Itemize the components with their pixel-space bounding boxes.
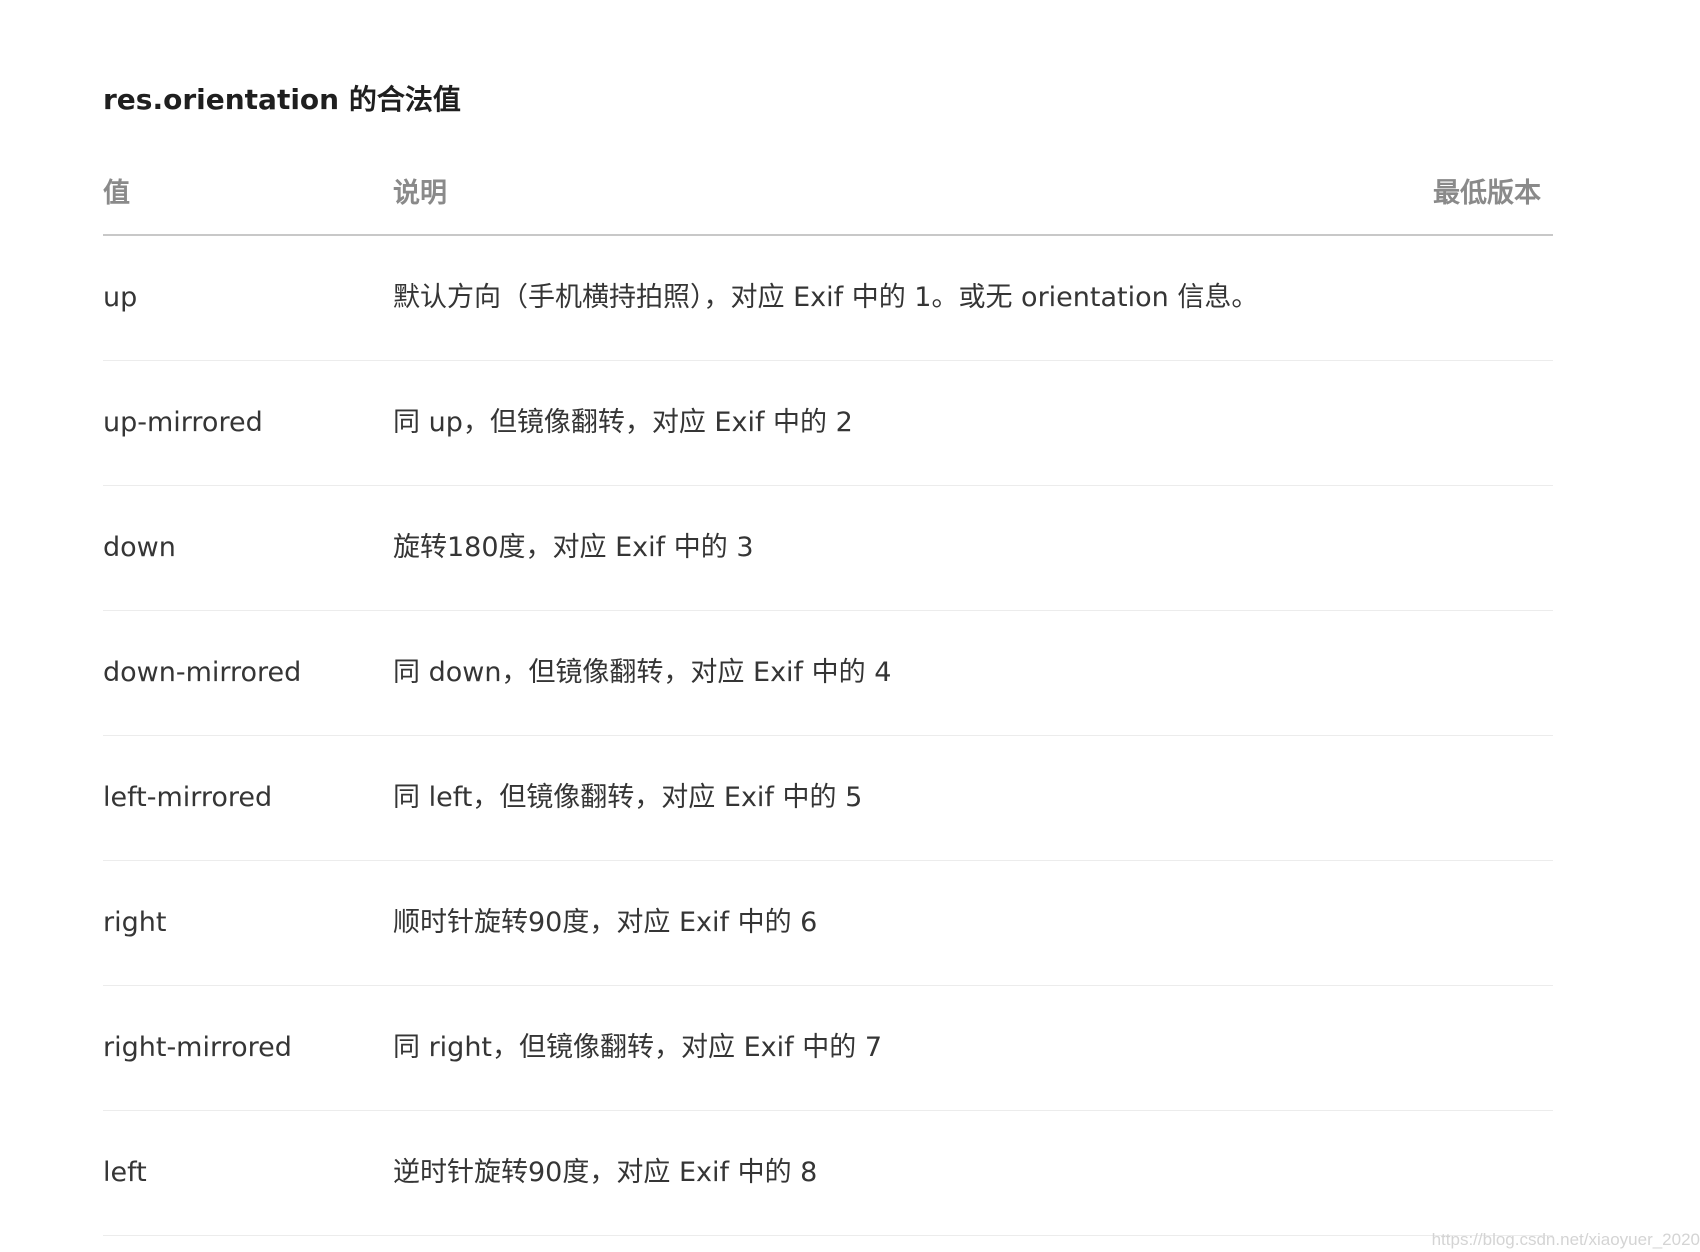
table-row: left-mirrored 同 left，但镜像翻转，对应 Exif 中的 5 bbox=[103, 736, 1553, 861]
cell-description: 同 down，但镜像翻转，对应 Exif 中的 4 bbox=[393, 657, 892, 688]
orientation-table: 值 说明 最低版本 up 默认方向（手机横持拍照），对应 Exif 中的 1。或… bbox=[103, 164, 1553, 1236]
cell-value: left bbox=[103, 1157, 147, 1188]
header-description: 说明 bbox=[393, 178, 447, 209]
header-value: 值 bbox=[103, 178, 130, 209]
cell-description: 顺时针旋转90度，对应 Exif 中的 6 bbox=[393, 907, 818, 938]
table-header: 值 说明 最低版本 bbox=[103, 164, 1553, 236]
table-row: up 默认方向（手机横持拍照），对应 Exif 中的 1。或无 orientat… bbox=[103, 236, 1553, 361]
table-row: down-mirrored 同 down，但镜像翻转，对应 Exif 中的 4 bbox=[103, 611, 1553, 736]
cell-value: right-mirrored bbox=[103, 1032, 292, 1063]
cell-value: left-mirrored bbox=[103, 782, 273, 813]
watermark-text: https://blog.csdn.net/xiaoyuer_2020 bbox=[1431, 1230, 1700, 1249]
cell-value: up bbox=[103, 282, 138, 313]
table-body: up 默认方向（手机横持拍照），对应 Exif 中的 1。或无 orientat… bbox=[103, 236, 1553, 1236]
section-title: res.orientation 的合法值 bbox=[103, 83, 461, 116]
cell-description: 逆时针旋转90度，对应 Exif 中的 8 bbox=[393, 1157, 818, 1188]
table-row: left 逆时针旋转90度，对应 Exif 中的 8 bbox=[103, 1111, 1553, 1236]
cell-value: right bbox=[103, 907, 167, 938]
cell-description: 同 left，但镜像翻转，对应 Exif 中的 5 bbox=[393, 782, 863, 813]
table-row: right-mirrored 同 right，但镜像翻转，对应 Exif 中的 … bbox=[103, 986, 1553, 1111]
table-row: down 旋转180度，对应 Exif 中的 3 bbox=[103, 486, 1553, 611]
cell-description: 同 right，但镜像翻转，对应 Exif 中的 7 bbox=[393, 1032, 882, 1063]
cell-description: 同 up，但镜像翻转，对应 Exif 中的 2 bbox=[393, 407, 853, 438]
header-min-version: 最低版本 bbox=[1433, 178, 1541, 209]
cell-value: up-mirrored bbox=[103, 407, 263, 438]
table-row: up-mirrored 同 up，但镜像翻转，对应 Exif 中的 2 bbox=[103, 361, 1553, 486]
cell-value: down bbox=[103, 532, 176, 563]
cell-value: down-mirrored bbox=[103, 657, 302, 688]
cell-description: 旋转180度，对应 Exif 中的 3 bbox=[393, 532, 754, 563]
cell-description: 默认方向（手机横持拍照），对应 Exif 中的 1。或无 orientation… bbox=[393, 282, 1259, 313]
table-row: right 顺时针旋转90度，对应 Exif 中的 6 bbox=[103, 861, 1553, 986]
